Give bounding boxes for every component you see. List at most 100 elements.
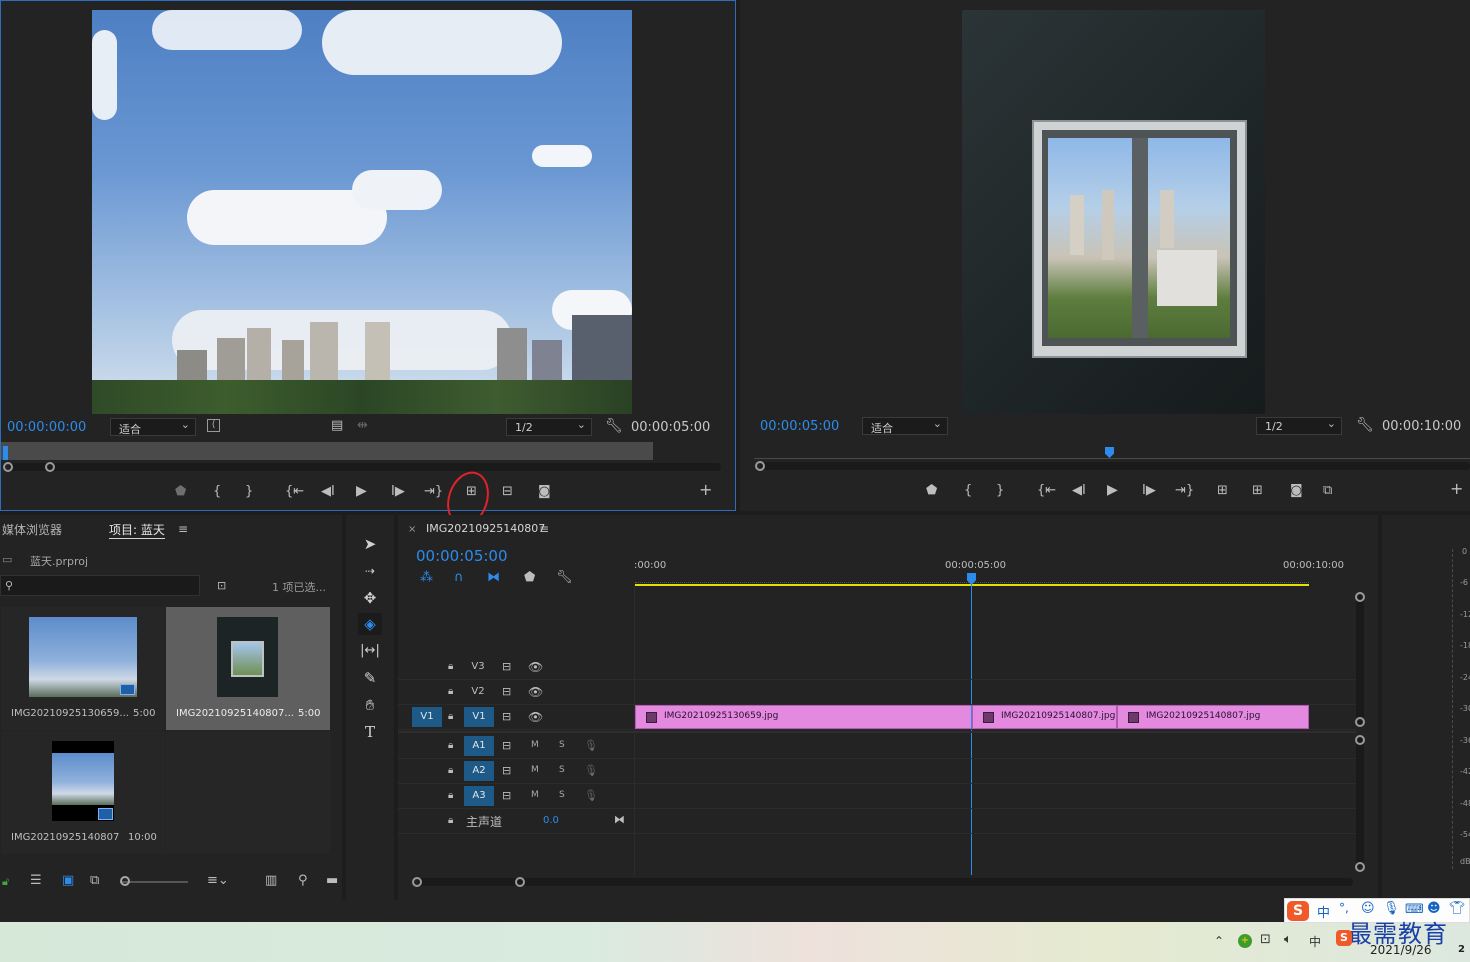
step-back-icon[interactable]: ◀I [321, 485, 335, 499]
solo-button[interactable]: S [559, 790, 565, 800]
timeline-clip-1[interactable]: IMG20210925130659.jpg [635, 705, 972, 729]
lock-icon[interactable]: 🔓︎ [2, 875, 9, 889]
sync-lock-icon[interactable]: ⊟ [502, 685, 511, 699]
vscroll-handle[interactable] [1355, 735, 1365, 745]
zoom-handle-right[interactable] [45, 462, 55, 472]
overwrite-icon[interactable]: ⊟ [502, 485, 513, 499]
solo-button[interactable]: S [559, 765, 565, 775]
track-label-a2[interactable]: A2 [464, 761, 494, 781]
source-zoom-bar[interactable] [9, 463, 721, 471]
slider-handle[interactable] [120, 876, 130, 886]
program-zoom-bar[interactable] [760, 462, 1470, 470]
video-vertical-scrollbar[interactable] [1356, 595, 1364, 727]
panel-menu-icon[interactable]: ≡ [178, 522, 188, 536]
security-tray-icon[interactable]: + [1238, 934, 1252, 948]
sync-lock-icon[interactable]: ⊟ [502, 660, 511, 674]
hscroll-handle-right[interactable] [515, 877, 525, 887]
source-resolution-select[interactable]: 1/2 [506, 418, 592, 436]
network-icon[interactable]: ⊡ [1260, 933, 1271, 947]
drag-video-icon[interactable]: ⇹ [357, 419, 368, 433]
lift-icon[interactable]: ⊞ [1217, 484, 1228, 498]
timeline-settings-icon[interactable]: 🔧︎ [556, 571, 573, 585]
source-patch-v1[interactable]: V1 [412, 707, 442, 727]
skin-icon[interactable]: 👕︎ [1449, 901, 1466, 916]
go-to-edit-icon[interactable]: ⧓ [614, 813, 625, 827]
lock-icon[interactable]: 🔒︎ [448, 814, 453, 828]
settings-square-icon[interactable]: ⟨ [207, 419, 220, 432]
notification-badge[interactable]: 2 [1458, 944, 1465, 955]
eye-icon[interactable]: 👁︎ [528, 660, 543, 674]
source-timecode-in[interactable]: 00:00:00:00 [7, 420, 86, 435]
pen-tool-icon[interactable]: ✎ [358, 667, 382, 689]
ime-mode-label[interactable]: 中 [1317, 902, 1330, 921]
source-monitor-frame[interactable] [92, 10, 632, 414]
compare-view-icon[interactable]: ⧉ [1323, 484, 1332, 498]
volume-icon[interactable]: 🔈︎ [1284, 933, 1292, 947]
microphone-icon[interactable]: 🎙︎ [584, 789, 598, 803]
program-monitor-frame[interactable] [962, 10, 1265, 414]
tab-media-browser[interactable]: 媒体浏览器 [2, 521, 62, 538]
close-icon[interactable]: × [408, 524, 416, 535]
panel-menu-icon[interactable]: ≡ [539, 522, 549, 536]
razor-tool-icon[interactable]: ◈ [358, 613, 382, 635]
vscroll-handle[interactable] [1355, 592, 1365, 602]
lock-icon[interactable]: 🔒︎ [448, 660, 453, 674]
microphone-icon[interactable]: 🎙︎ [584, 739, 598, 753]
camera-icon[interactable]: ◙ [538, 485, 551, 499]
go-to-out-icon[interactable]: ⇥} [424, 485, 443, 499]
hscroll-handle-left[interactable] [412, 877, 422, 887]
marker-icon[interactable]: ⬟ [524, 571, 535, 585]
add-button-icon[interactable]: + [699, 482, 712, 498]
eye-icon[interactable]: 👁︎ [528, 710, 543, 724]
mark-out-icon[interactable]: } [245, 485, 253, 499]
freeform-view-icon[interactable]: ⧉ [90, 874, 99, 888]
mute-button[interactable]: M [531, 740, 539, 750]
find-icon[interactable]: ⚲ [298, 874, 308, 888]
track-label-v2[interactable]: V2 [467, 682, 489, 702]
sync-lock-icon[interactable]: ⊟ [502, 710, 511, 724]
search-input[interactable]: ⚲ [0, 575, 200, 596]
ime-indicator[interactable]: 中 [1309, 933, 1321, 950]
hand-tool-icon[interactable]: ✋︎ [358, 694, 382, 716]
add-button-icon[interactable]: + [1450, 481, 1463, 497]
camera-icon[interactable]: ◙ [1290, 484, 1303, 498]
export-frame-icon[interactable]: ▤ [331, 419, 343, 433]
project-item-3[interactable]: IMG20210925140807 10:00 [1, 731, 165, 854]
source-playhead[interactable] [3, 446, 8, 460]
step-forward-icon[interactable]: I▶ [1142, 484, 1156, 498]
track-label-v3[interactable]: V3 [467, 657, 489, 677]
eye-icon[interactable]: 👁︎ [528, 685, 543, 699]
slip-tool-icon[interactable]: |↔| [358, 640, 382, 662]
punctuation-icon[interactable]: °, [1339, 901, 1349, 915]
chevron-up-icon[interactable]: ⌃ [1214, 934, 1224, 948]
track-label-v1[interactable]: V1 [464, 707, 494, 727]
timeline-clip-2[interactable]: IMG20210925140807.jpg [972, 705, 1117, 729]
ripple-edit-tool-icon[interactable]: ✥ [358, 587, 382, 609]
selection-tool-icon[interactable]: ➤ [358, 533, 382, 555]
sync-lock-icon[interactable]: ⊟ [502, 764, 511, 778]
master-volume-value[interactable]: 0.0 [543, 815, 559, 826]
new-search-bin-icon[interactable]: ⊡ [217, 579, 226, 593]
vscroll-handle[interactable] [1355, 862, 1365, 872]
add-marker-icon[interactable]: ⬟ [175, 485, 186, 499]
microphone-icon[interactable]: 🎙︎ [584, 764, 598, 778]
thumbnail-size-slider[interactable] [120, 881, 188, 883]
play-icon[interactable]: ▶ [356, 484, 367, 498]
sync-lock-icon[interactable]: ⊟ [502, 789, 511, 803]
timeline-timecode[interactable]: 00:00:05:00 [416, 547, 508, 565]
lock-icon[interactable]: 🔒︎ [448, 685, 453, 699]
tab-project[interactable]: 项目: 蓝天 [109, 521, 165, 539]
source-zoom-select[interactable]: 适合 [110, 418, 196, 436]
program-timecode-in[interactable]: 00:00:05:00 [760, 419, 839, 434]
icon-view-icon[interactable]: ▣ [62, 874, 74, 888]
go-to-in-icon[interactable]: {⇤ [285, 485, 304, 499]
mark-in-icon[interactable]: { [213, 485, 221, 499]
play-icon[interactable]: ▶ [1107, 483, 1118, 497]
zoom-handle-left[interactable] [755, 461, 765, 471]
extract-icon[interactable]: ⊞ [1252, 484, 1263, 498]
mark-in-icon[interactable]: { [964, 484, 972, 498]
source-time-ruler[interactable] [1, 442, 653, 460]
wrench-icon[interactable]: 🔧︎ [605, 419, 623, 433]
solo-button[interactable]: S [559, 740, 565, 750]
snap-icon[interactable]: ∩ [454, 571, 464, 585]
